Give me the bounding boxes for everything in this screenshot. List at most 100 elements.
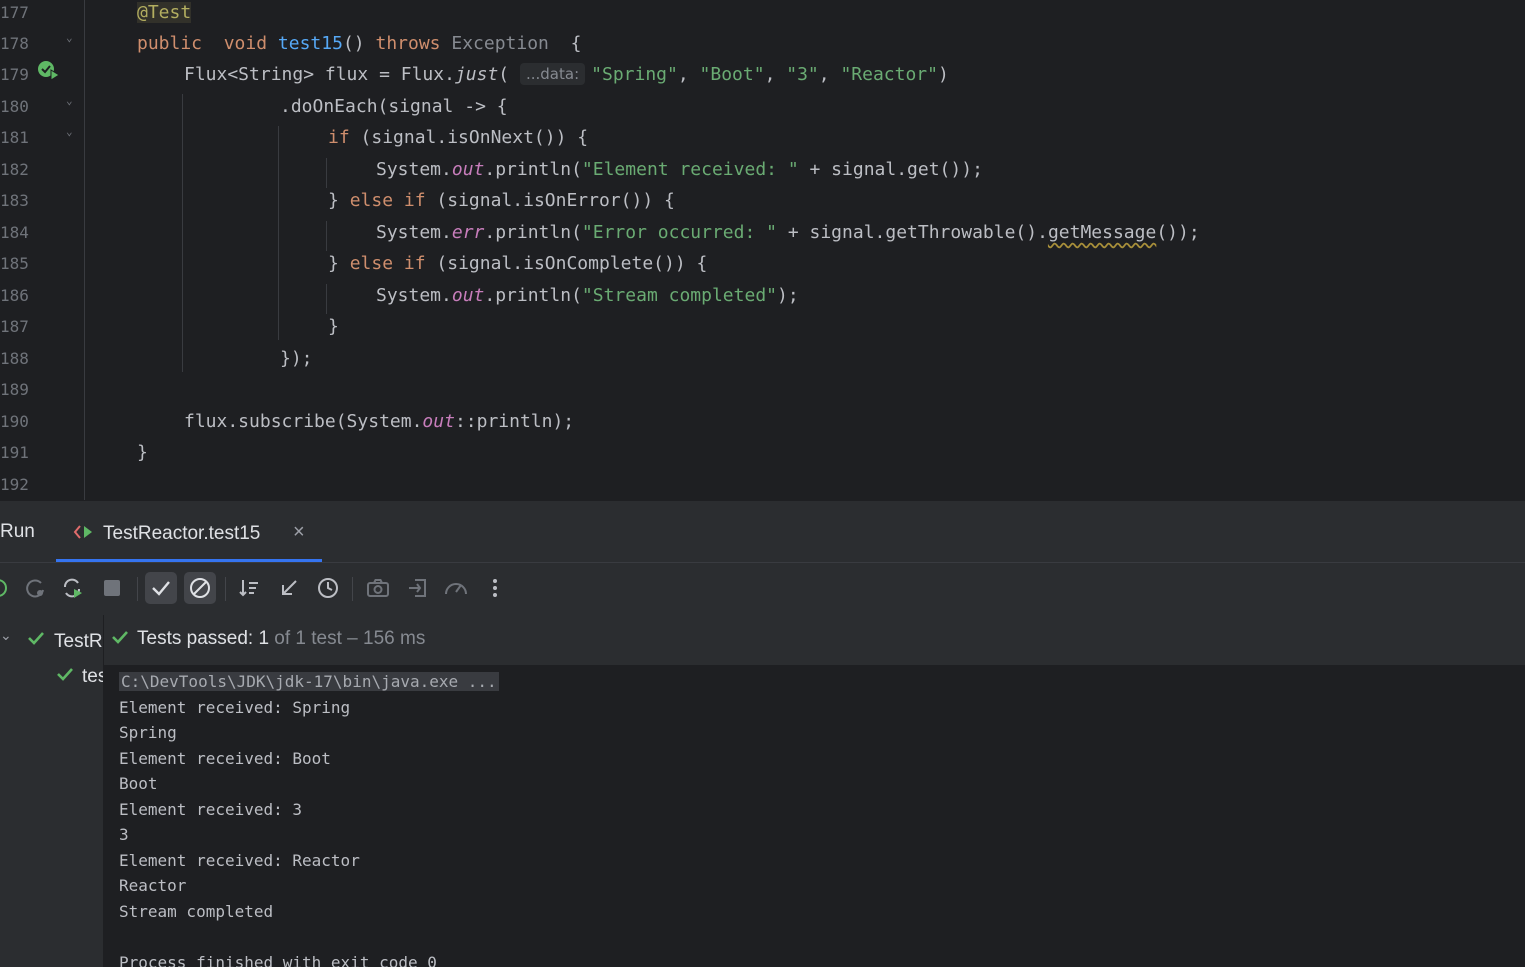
code-token: System. [376, 285, 452, 306]
passed-check-icon [111, 629, 129, 651]
code-token: ::println); [454, 411, 575, 432]
string-literal: "Reactor" [840, 64, 938, 85]
code-token: (signal.isOnComplete()) { [425, 253, 708, 274]
code-token: { [570, 33, 582, 54]
line-number: 188 [0, 349, 29, 368]
run-window-title[interactable]: Run [0, 521, 35, 543]
code-line: 183 } else if (signal.isOnError()) { [0, 185, 1525, 216]
sort-icon[interactable] [234, 572, 266, 604]
line-number: 177 [0, 3, 29, 22]
camera-icon[interactable] [362, 572, 394, 604]
console-line: Element received: 3 [119, 800, 303, 819]
line-number: 181 [0, 128, 29, 147]
code-line: 186 System.out.println("Stream completed… [0, 280, 1525, 311]
show-passed-icon[interactable] [145, 572, 177, 604]
line-number: 187 [0, 317, 29, 336]
console-line: Element received: Reactor [119, 851, 360, 870]
console-output[interactable]: C:\DevTools\JDK\jdk-17\bin\java.exe ... … [104, 666, 1525, 967]
chevron-down-icon[interactable]: ⌄ [66, 94, 73, 107]
profiler-icon[interactable] [440, 572, 472, 604]
code-line: 191 } [0, 437, 1525, 468]
chevron-down-icon[interactable]: ⌄ [66, 31, 73, 44]
code-token: Flux<String> flux = Flux. [184, 64, 455, 85]
string-literal: "Error occurred: " [581, 222, 777, 243]
show-ignored-icon[interactable] [184, 572, 216, 604]
test-config-icon [73, 524, 95, 545]
close-icon[interactable]: × [293, 521, 305, 544]
rerun-icon[interactable] [0, 572, 14, 604]
java-command[interactable]: C:\DevTools\JDK\jdk-17\bin\java.exe ... [119, 672, 499, 691]
code-token: (signal.isOnError()) { [425, 190, 675, 211]
line-number: 178 [0, 34, 29, 53]
keyword: if [403, 190, 426, 211]
method-name: test15 [277, 33, 343, 54]
tab-test-run[interactable]: TestReactor.test15 × [56, 501, 322, 562]
code-token: .println( [484, 159, 582, 180]
code-line: 180 ⌄ .doOnEach(signal -> { [0, 91, 1525, 122]
history-icon[interactable] [312, 572, 344, 604]
code-token: + signal.get()); [798, 159, 983, 180]
console-line: Process finished with exit code 0 [119, 953, 437, 967]
console-line: Boot [119, 774, 158, 793]
static-field: out [451, 159, 485, 180]
tab-label: TestReactor.test15 [103, 523, 261, 544]
string-literal: "Boot" [699, 64, 765, 85]
code-token: ) [938, 64, 949, 85]
keyword: if [328, 127, 350, 148]
console-line: Reactor [119, 876, 187, 895]
code-line: 181 ⌄ if (signal.isOnNext()) { [0, 122, 1525, 153]
keyword: public [137, 33, 203, 54]
line-number: 180 [0, 97, 29, 116]
code-token: ( [498, 64, 510, 85]
code-line: 179 Flux<String> flux = Flux.just( ...da… [0, 59, 1525, 90]
console-line: Element received: Spring [119, 698, 351, 717]
string-literal: "3" [786, 64, 819, 85]
code-token: .println( [484, 285, 582, 306]
test-status-text: Tests passed: 1 of 1 test – 156 ms [137, 628, 425, 650]
code-token: .println( [484, 222, 582, 243]
code-token: , [818, 64, 841, 85]
line-number: 190 [0, 412, 29, 431]
collapse-all-icon[interactable] [273, 572, 305, 604]
code-line: 190 flux.subscribe(System.out::println); [0, 406, 1525, 437]
code-line: 187 } [0, 311, 1525, 342]
import-icon[interactable] [402, 572, 434, 604]
console-line: Stream completed [119, 902, 274, 921]
more-options-icon[interactable] [479, 572, 511, 604]
line-number: 189 [0, 380, 29, 399]
code-token: () [342, 33, 365, 54]
keyword: else [349, 253, 394, 274]
toolbar-separator [137, 577, 138, 601]
run-header: Run TestReactor.test15 × [0, 501, 1525, 562]
annotation: @Test [137, 2, 192, 23]
passed-check-icon [56, 666, 74, 688]
keyword: throws [375, 33, 441, 54]
code-token: System. [376, 222, 452, 243]
string-literal: "Spring" [591, 64, 678, 85]
passed-check-icon [27, 630, 45, 652]
status-count: 1 [258, 628, 270, 649]
chevron-down-icon[interactable]: ⌄ [0, 627, 12, 644]
tree-item-label: test15() [82, 666, 103, 687]
console-line: 3 [119, 825, 129, 844]
code-token: flux.subscribe(System. [184, 411, 423, 432]
code-line: 184 System.err.println("Error occurred: … [0, 217, 1525, 248]
console-line[interactable]: C:\DevTools\JDK\jdk-17\bin\java.exe ... [119, 669, 499, 694]
code-editor[interactable]: 177 @Test 178 ⌄ public void test15() thr… [0, 0, 1525, 500]
parameter-hint: ...data: [519, 63, 586, 85]
line-number: 191 [0, 443, 29, 462]
static-field: out [422, 411, 455, 432]
toggle-auto-test-icon[interactable] [57, 572, 89, 604]
test-tree: ⌄ TestReactor test15() [0, 615, 104, 967]
line-number: 184 [0, 223, 29, 242]
static-field: err [451, 222, 485, 243]
string-literal: "Stream completed" [581, 285, 777, 306]
code-line: 185 } else if (signal.isOnComplete()) { [0, 248, 1525, 279]
status-prefix: Tests passed: [137, 628, 259, 649]
warning-highlight[interactable]: getMessage [1048, 222, 1156, 243]
stop-icon[interactable] [96, 572, 128, 604]
rerun-failed-icon[interactable] [19, 572, 51, 604]
static-field: out [451, 285, 485, 306]
chevron-down-icon[interactable]: ⌄ [66, 125, 73, 138]
line-number: 182 [0, 160, 29, 179]
